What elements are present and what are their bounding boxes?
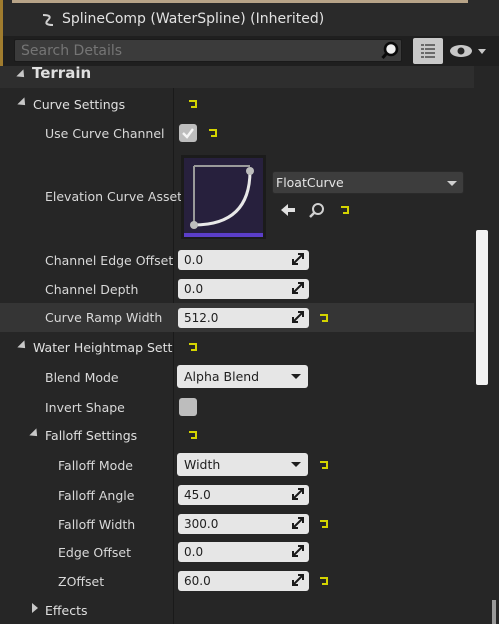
component-label[interactable]: SplineComp (WaterSpline) (Inherited) (62, 11, 324, 27)
field-value: 60.0 (184, 574, 211, 588)
collapse-arrow-icon[interactable] (29, 428, 41, 440)
property-label: Elevation Curve Asset (45, 189, 183, 204)
field-value: 0.0 (184, 545, 204, 559)
category-falloff-settings[interactable]: Falloff Settings (0, 423, 474, 447)
reset-icon[interactable] (318, 575, 330, 587)
reset-icon[interactable] (318, 312, 330, 324)
reset-icon[interactable] (187, 98, 199, 110)
checkmark-icon (182, 128, 194, 139)
selection-highlight (12, 0, 468, 3)
invert-shape-checkbox[interactable] (179, 398, 197, 416)
chevron-down-icon (291, 462, 301, 467)
drag-arrows-icon[interactable] (292, 282, 304, 294)
chevron-down-icon (447, 181, 457, 186)
property-label: ZOffset (58, 574, 105, 589)
eye-icon[interactable] (449, 41, 489, 61)
property-matrix-button[interactable] (413, 38, 443, 64)
browse-search-icon[interactable] (308, 202, 326, 218)
falloff-width-field[interactable]: 300.0 (178, 514, 309, 534)
property-use-curve-channel: Use Curve Channel (0, 120, 474, 146)
category-label: Water Heightmap Setting (33, 340, 173, 355)
property-edge-offset: Edge Offset 0.0 (0, 540, 474, 566)
edge-offset-field[interactable]: 0.0 (178, 542, 309, 562)
property-label: Falloff Mode (58, 458, 133, 473)
property-label: Edge Offset (58, 545, 131, 560)
property-channel-edge-offset: Channel Edge Offset 0.0 (0, 248, 474, 274)
zoffset-field[interactable]: 60.0 (178, 571, 309, 591)
falloff-mode-dropdown[interactable]: Width (177, 453, 308, 476)
channel-depth-field[interactable]: 0.0 (178, 279, 309, 299)
chevron-down-icon (291, 374, 301, 379)
property-label: Curve Ramp Width (45, 310, 163, 325)
channel-edge-offset-field[interactable]: 0.0 (178, 250, 309, 270)
dropdown-value: Alpha Blend (184, 369, 260, 384)
reset-icon[interactable] (318, 459, 330, 471)
blend-mode-dropdown[interactable]: Alpha Blend (177, 365, 308, 388)
category-curve-settings[interactable]: Curve Settings (0, 92, 474, 116)
property-label: Falloff Width (58, 517, 136, 532)
drag-arrows-icon[interactable] (292, 311, 304, 323)
category-water-heightmap[interactable]: Water Heightmap Setting (0, 335, 474, 359)
property-blend-mode: Blend Mode Alpha Blend (0, 363, 474, 391)
property-elevation-curve-asset: Elevation Curve Asset FloatCurve (0, 150, 474, 244)
dropdown-value: Width (184, 457, 221, 472)
section-title: Terrain (32, 64, 92, 82)
category-label: Effects (45, 603, 88, 618)
field-value: 0.0 (184, 282, 204, 296)
property-label: Channel Edge Offset (45, 253, 174, 268)
use-selected-arrow-icon[interactable] (279, 202, 297, 218)
drag-arrows-icon[interactable] (292, 517, 304, 529)
outer-scrollbar-thumb[interactable] (492, 600, 496, 624)
use-curve-channel-checkbox[interactable] (179, 124, 197, 142)
field-value: 45.0 (184, 488, 211, 502)
terrain-section-header[interactable]: Terrain (0, 64, 474, 88)
property-label: Falloff Angle (58, 488, 135, 503)
scrollbar-thumb[interactable] (476, 230, 488, 385)
curve-icon (184, 158, 263, 237)
reset-icon[interactable] (339, 204, 351, 216)
property-label: Blend Mode (45, 370, 119, 385)
property-falloff-angle: Falloff Angle 45.0 (0, 483, 474, 509)
drag-arrows-icon[interactable] (292, 574, 304, 586)
search-box[interactable] (14, 39, 402, 62)
property-curve-ramp-width: Curve Ramp Width 512.0 (0, 303, 474, 332)
grid-icon (421, 44, 435, 58)
drag-arrows-icon[interactable] (292, 253, 304, 265)
property-channel-depth: Channel Depth 0.0 (0, 277, 474, 303)
search-input[interactable] (21, 42, 371, 60)
property-label: Channel Depth (45, 282, 139, 297)
property-label: Use Curve Channel (45, 126, 165, 141)
reset-icon[interactable] (318, 518, 330, 530)
drag-arrows-icon[interactable] (292, 545, 304, 557)
category-label: Curve Settings (33, 97, 126, 112)
collapse-arrow-icon[interactable] (17, 340, 29, 352)
category-effects[interactable]: Effects (0, 598, 474, 622)
property-falloff-width: Falloff Width 300.0 (0, 512, 474, 538)
collapse-arrow-icon[interactable] (17, 97, 29, 109)
spline-icon (42, 14, 54, 26)
drag-arrows-icon[interactable] (292, 488, 304, 500)
reset-icon[interactable] (207, 127, 219, 139)
reset-icon[interactable] (187, 341, 199, 353)
falloff-angle-field[interactable]: 45.0 (178, 485, 309, 505)
expand-arrow-icon[interactable] (32, 603, 38, 613)
property-label: Invert Shape (45, 400, 125, 415)
curve-asset-value: FloatCurve (276, 175, 344, 190)
field-value: 300.0 (184, 517, 219, 531)
field-value: 0.0 (184, 253, 204, 267)
reset-icon[interactable] (187, 429, 199, 441)
property-invert-shape: Invert Shape (0, 395, 474, 421)
curve-ramp-width-field[interactable]: 512.0 (178, 308, 309, 328)
property-falloff-mode: Falloff Mode Width (0, 451, 474, 479)
collapse-arrow-icon[interactable] (16, 69, 28, 81)
curve-asset-picker[interactable]: FloatCurve (272, 171, 464, 194)
search-icon[interactable] (380, 41, 400, 61)
category-label: Falloff Settings (45, 428, 138, 443)
property-zoffset: ZOffset 60.0 (0, 569, 474, 595)
curve-asset-thumbnail[interactable] (181, 155, 266, 239)
field-value: 512.0 (184, 311, 219, 325)
